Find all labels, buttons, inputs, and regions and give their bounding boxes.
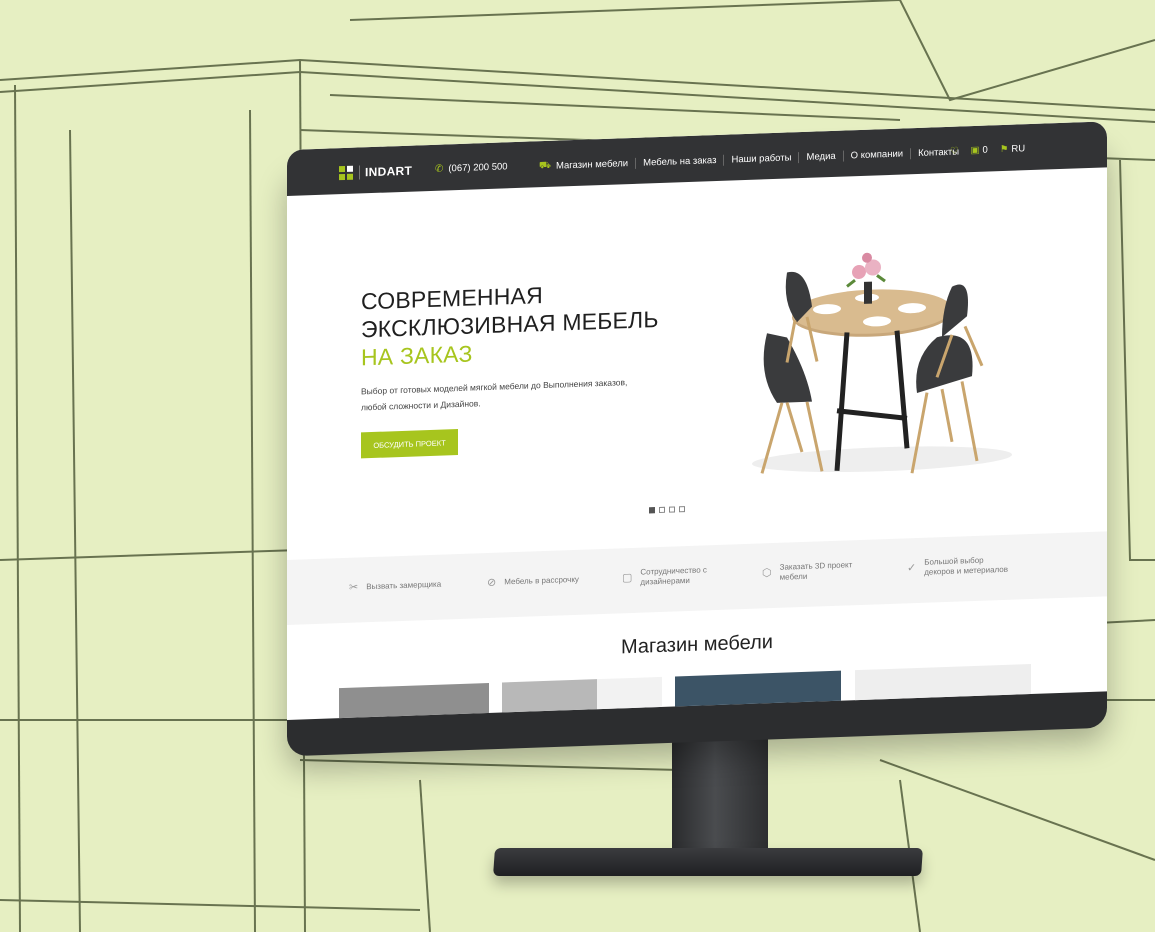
briefcase-icon: ▢ bbox=[622, 571, 633, 585]
ruler-pencil-icon: ✂ bbox=[349, 581, 359, 594]
shop-cart-icon: ⛟ bbox=[539, 159, 551, 172]
discuss-project-button[interactable]: ОБСУДИТЬ ПРОЕКТ bbox=[361, 429, 458, 459]
menu-item-works[interactable]: Наши работы bbox=[723, 151, 799, 166]
features-strip: ✂ Вызвать замерщика ⊘ Мебель в рассрочку… bbox=[287, 531, 1107, 625]
cart-count: 0 bbox=[982, 144, 988, 156]
slider-dot-3[interactable] bbox=[669, 506, 675, 513]
check-circle-icon: ✓ bbox=[907, 562, 917, 575]
feature-label: Сотрудничество с дизайнерами bbox=[640, 565, 707, 587]
logo-icon bbox=[339, 165, 353, 181]
language-label: RU bbox=[1011, 143, 1026, 155]
feature-3d-project[interactable]: ⬡ Заказать 3D проект мебели bbox=[762, 560, 852, 583]
monitor-stand-base bbox=[493, 848, 923, 876]
feature-installment[interactable]: ⊘ Мебель в рассрочку bbox=[487, 574, 579, 590]
website-screen: INDART ✆ (067) 200 500 ⛟ Магазин мебели … bbox=[287, 121, 1107, 720]
feature-label: Заказать 3D проект мебели bbox=[779, 560, 853, 582]
hero-title: СОВРЕМЕННАЯ ЭКСКЛЮЗИВНАЯ МЕБЕЛЬ НА ЗАКАЗ bbox=[361, 277, 659, 371]
feature-label: Большой выбор декоров и метериалов bbox=[924, 555, 1008, 577]
feature-materials[interactable]: ✓ Большой выбор декоров и метериалов bbox=[907, 555, 1008, 579]
cart-button[interactable]: ▣ 0 bbox=[971, 145, 988, 157]
menu-item-shop[interactable]: ⛟ Магазин мебели bbox=[532, 157, 635, 173]
menu-item-label: Магазин мебели bbox=[555, 157, 629, 172]
menu-item-media[interactable]: Медиа bbox=[798, 150, 843, 163]
site-logo[interactable]: INDART bbox=[339, 163, 413, 181]
phone-number: (067) 200 500 bbox=[448, 161, 508, 175]
cube-icon: ⬡ bbox=[762, 567, 772, 580]
bag-icon: ▣ bbox=[970, 144, 980, 157]
menu-item-about[interactable]: О компании bbox=[842, 147, 911, 162]
menu-item-custom[interactable]: Мебель на заказ bbox=[635, 154, 724, 169]
hero-description: Выбор от готовых моделей мягкой мебели д… bbox=[361, 373, 651, 415]
slider-dot-4[interactable] bbox=[679, 506, 685, 513]
coin-icon: ⊘ bbox=[487, 576, 497, 590]
dining-set-image bbox=[752, 252, 1012, 474]
feature-label: Мебель в рассрочку bbox=[504, 574, 579, 587]
favorites-heart-icon[interactable]: ♡ bbox=[950, 146, 959, 157]
slider-dot-2[interactable] bbox=[659, 506, 665, 514]
header-tools: ♡ ▣ 0 ⚑ RU bbox=[950, 143, 1025, 157]
feature-measure[interactable]: ✂ Вызвать замерщика bbox=[349, 579, 442, 594]
slider-dot-1[interactable] bbox=[649, 507, 655, 514]
slider-dots bbox=[649, 506, 685, 514]
feature-label: Вызвать замерщика bbox=[366, 579, 442, 592]
phone-link[interactable]: ✆ (067) 200 500 bbox=[435, 161, 508, 175]
feature-designers[interactable]: ▢ Сотрудничество с дизайнерами bbox=[622, 565, 707, 588]
monitor-stand-neck bbox=[672, 725, 768, 865]
flag-icon: ⚑ bbox=[999, 143, 1009, 156]
phone-icon: ✆ bbox=[435, 163, 444, 175]
main-menu: ⛟ Магазин мебели Мебель на заказ Наши ра… bbox=[532, 145, 967, 173]
logo-text: INDART bbox=[359, 163, 413, 180]
shop-section-title: Магазин мебели bbox=[621, 631, 773, 659]
language-switch[interactable]: ⚑ RU bbox=[1000, 143, 1025, 155]
